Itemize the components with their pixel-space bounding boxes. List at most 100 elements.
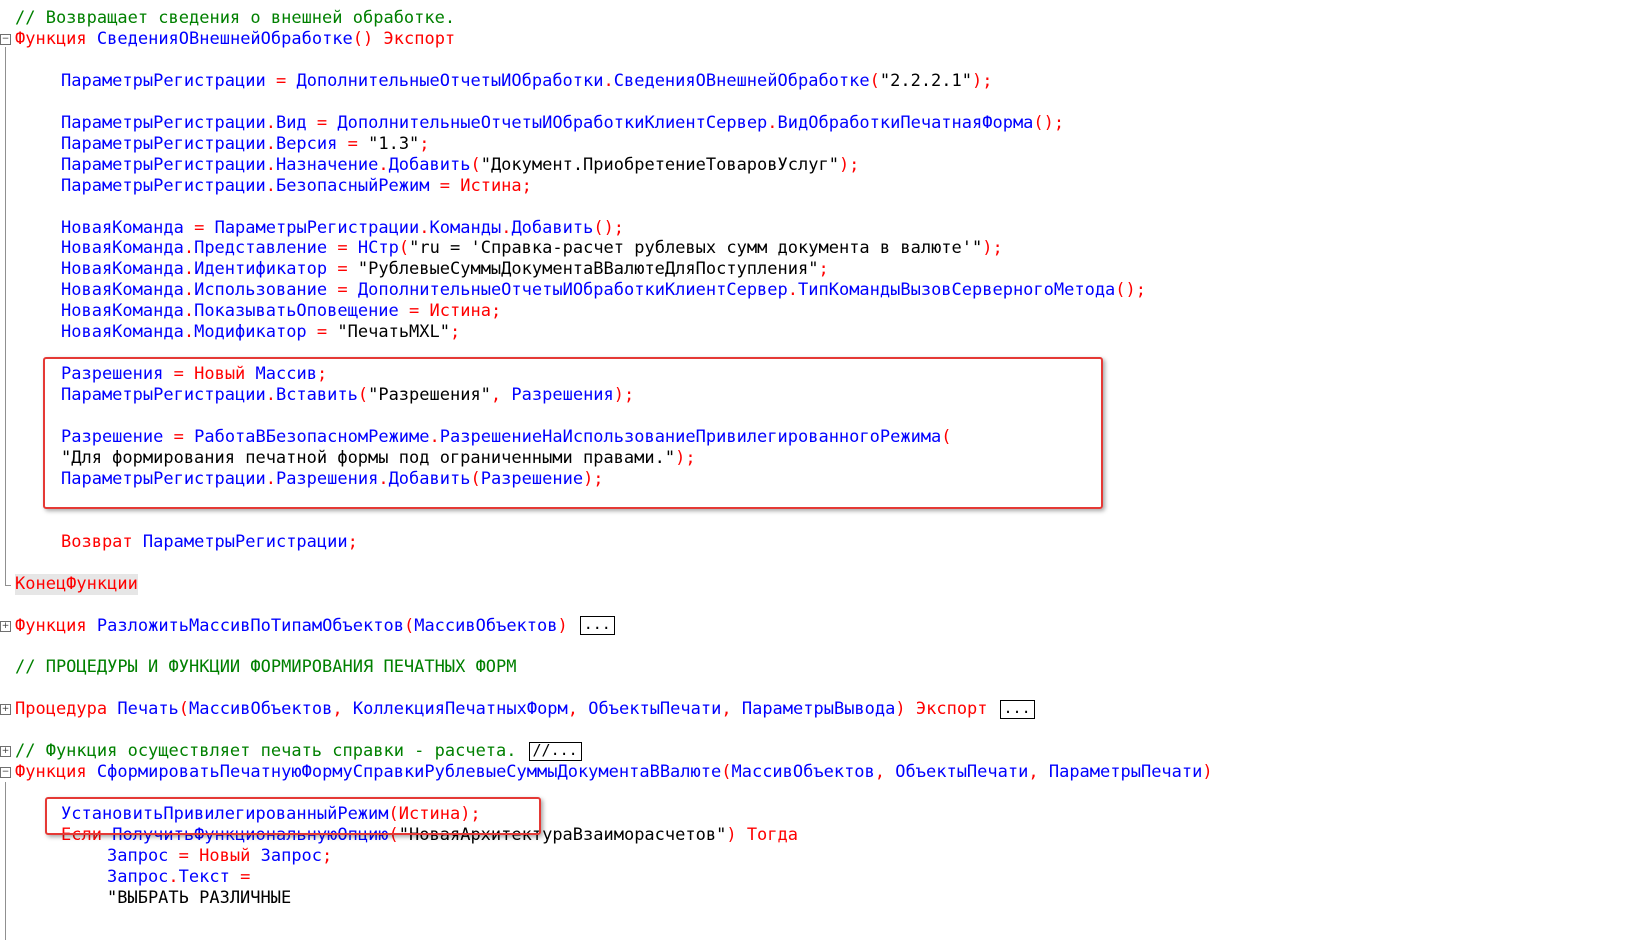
code-token: , bbox=[1028, 762, 1039, 783]
code-line[interactable]: КонецФункции bbox=[0, 573, 1644, 595]
code-token: НоваяКоманда bbox=[61, 322, 184, 343]
expand-icon[interactable]: + bbox=[0, 704, 11, 716]
code-text: ПараметрыРегистрации = ДополнительныеОтч… bbox=[61, 71, 992, 92]
code-text: "ВЫБРАТЬ РАЗЛИЧНЫЕ bbox=[107, 888, 291, 909]
code-line[interactable]: // ПРОЦЕДУРЫ И ФУНКЦИИ ФОРМИРОВАНИЯ ПЕЧА… bbox=[0, 657, 1644, 678]
expand-icon[interactable]: + bbox=[0, 746, 11, 758]
code-token: Запрос bbox=[107, 846, 169, 866]
code-token: = bbox=[194, 217, 205, 238]
code-token: ) bbox=[726, 825, 737, 846]
code-line[interactable] bbox=[0, 720, 1644, 741]
collapse-icon[interactable]: − bbox=[0, 767, 11, 779]
code-line[interactable]: + Функция РазложитьМассивПоТипамОбъектов(… bbox=[0, 616, 1644, 637]
code-token: Печать bbox=[117, 699, 179, 720]
code-text: Возврат ПараметрыРегистрации; bbox=[61, 532, 358, 553]
code-line[interactable]: ПараметрыРегистрации.Вид = Дополнительны… bbox=[0, 113, 1644, 134]
code-token: "Документ.ПриобретениеТоваровУслуг" bbox=[480, 154, 839, 175]
code-line[interactable] bbox=[0, 553, 1644, 574]
code-text: НоваяКоманда.Идентификатор = "РублевыеСу… bbox=[61, 259, 829, 280]
code-token: Команды bbox=[429, 217, 502, 238]
highlight-box-permissions bbox=[43, 357, 1103, 509]
code-token: ПараметрыРегистрации bbox=[61, 112, 266, 133]
code-token: = bbox=[275, 70, 287, 91]
code-token: Истина bbox=[429, 301, 491, 322]
code-token: = bbox=[337, 259, 348, 280]
code-token: ПараметрыПечати bbox=[1048, 762, 1203, 783]
collapsed-block-button[interactable]: ... bbox=[579, 616, 615, 636]
code-line[interactable]: НоваяКоманда = ПараметрыРегистрации.Кома… bbox=[0, 218, 1644, 239]
code-token: "ПечатьMXL" bbox=[327, 322, 450, 343]
code-token: ПараметрыРегистрации bbox=[61, 175, 266, 196]
code-line[interactable]: − Функция СведенияОВнешнейОбработке() Экс… bbox=[0, 29, 1644, 50]
code-token: "2.2.2.1" bbox=[879, 70, 972, 91]
code-line[interactable]: НоваяКоманда.Модификатор = "ПечатьMXL"; bbox=[0, 322, 1644, 343]
code-token: Возврат bbox=[61, 531, 133, 552]
code-token: Экспорт bbox=[383, 28, 456, 49]
code-line[interactable]: НоваяКоманда.Представление = НСтр("ru = … bbox=[0, 238, 1644, 259]
code-token: Запрос bbox=[260, 846, 323, 866]
code-line[interactable]: НоваяКоманда.Использование = Дополнитель… bbox=[0, 280, 1644, 301]
collapsed-block-button[interactable]: //... bbox=[528, 741, 582, 761]
code-token: . bbox=[265, 133, 276, 154]
code-token: ( bbox=[398, 238, 410, 259]
code-token: НоваяКоманда bbox=[61, 238, 184, 259]
code-line[interactable]: НоваяКоманда.Идентификатор = "РублевыеСу… bbox=[0, 259, 1644, 280]
code-token: ; bbox=[347, 531, 358, 552]
code-token: . bbox=[787, 280, 799, 301]
code-line[interactable]: "ВЫБРАТЬ РАЗЛИЧНЫЕ bbox=[0, 888, 1644, 909]
code-token: "РублевыеСуммыДокументаВВалютеДляПоступл… bbox=[347, 259, 819, 280]
code-token: ( bbox=[178, 699, 190, 720]
code-line[interactable] bbox=[0, 92, 1644, 113]
code-line[interactable] bbox=[0, 595, 1644, 616]
code-line[interactable]: ПараметрыРегистрации.БезопасныйРежим = И… bbox=[0, 176, 1644, 197]
code-token: МассивОбъектов bbox=[189, 699, 333, 720]
code-line[interactable]: ПараметрыРегистрации.Назначение.Добавить… bbox=[0, 155, 1644, 176]
code-line[interactable]: Возврат ПараметрыРегистрации; bbox=[0, 532, 1644, 553]
code-text: Процедура Печать(МассивОбъектов, Коллекц… bbox=[15, 699, 1035, 720]
code-text: Запрос.Текст = bbox=[107, 867, 250, 888]
code-line[interactable]: // Возвращает сведения о внешней обработ… bbox=[0, 8, 1644, 29]
code-line[interactable]: ПараметрыРегистрации = ДополнительныеОтч… bbox=[0, 71, 1644, 92]
code-line[interactable]: + Процедура Печать(МассивОбъектов, Коллек… bbox=[0, 699, 1644, 720]
code-token: ) bbox=[1202, 762, 1213, 783]
code-line[interactable]: + // Функция осуществляет печать справки … bbox=[0, 741, 1644, 762]
expand-icon[interactable]: + bbox=[0, 620, 11, 632]
code-line[interactable]: Запрос = Новый Запрос; bbox=[0, 846, 1644, 867]
code-text: Функция СформироватьПечатнуюФормуСправки… bbox=[15, 762, 1213, 783]
collapse-icon[interactable]: − bbox=[0, 33, 11, 45]
code-line[interactable]: НоваяКоманда.ПоказыватьОповещение = Исти… bbox=[0, 301, 1644, 322]
code-line[interactable]: Запрос.Текст = bbox=[0, 867, 1644, 888]
code-line[interactable] bbox=[0, 197, 1644, 218]
code-token: ПараметрыВывода bbox=[741, 699, 896, 720]
code-text: ПараметрыРегистрации.БезопасныйРежим = И… bbox=[61, 176, 532, 197]
code-token: Текст bbox=[178, 866, 230, 887]
code-token: ПараметрыРегистрации bbox=[142, 531, 348, 552]
code-line[interactable]: ПараметрыРегистрации.Версия = "1.3"; bbox=[0, 134, 1644, 155]
code-line[interactable]: − Функция СформироватьПечатнуюФормуСправк… bbox=[0, 762, 1644, 783]
code-token: (); bbox=[593, 217, 625, 238]
code-line[interactable] bbox=[0, 50, 1644, 71]
code-line[interactable] bbox=[0, 637, 1644, 658]
code-token: "1.3" bbox=[357, 133, 420, 154]
code-token: Процедура bbox=[15, 699, 108, 720]
code-token: ; bbox=[490, 301, 502, 322]
code-line[interactable] bbox=[0, 511, 1644, 532]
code-token: ОбъектыПечати bbox=[588, 699, 722, 720]
code-line[interactable] bbox=[0, 678, 1644, 699]
collapsed-block-button[interactable]: ... bbox=[999, 699, 1035, 719]
code-token: = bbox=[316, 112, 328, 133]
fold-guide bbox=[5, 47, 6, 585]
code-token: КонецФункции bbox=[15, 573, 138, 594]
